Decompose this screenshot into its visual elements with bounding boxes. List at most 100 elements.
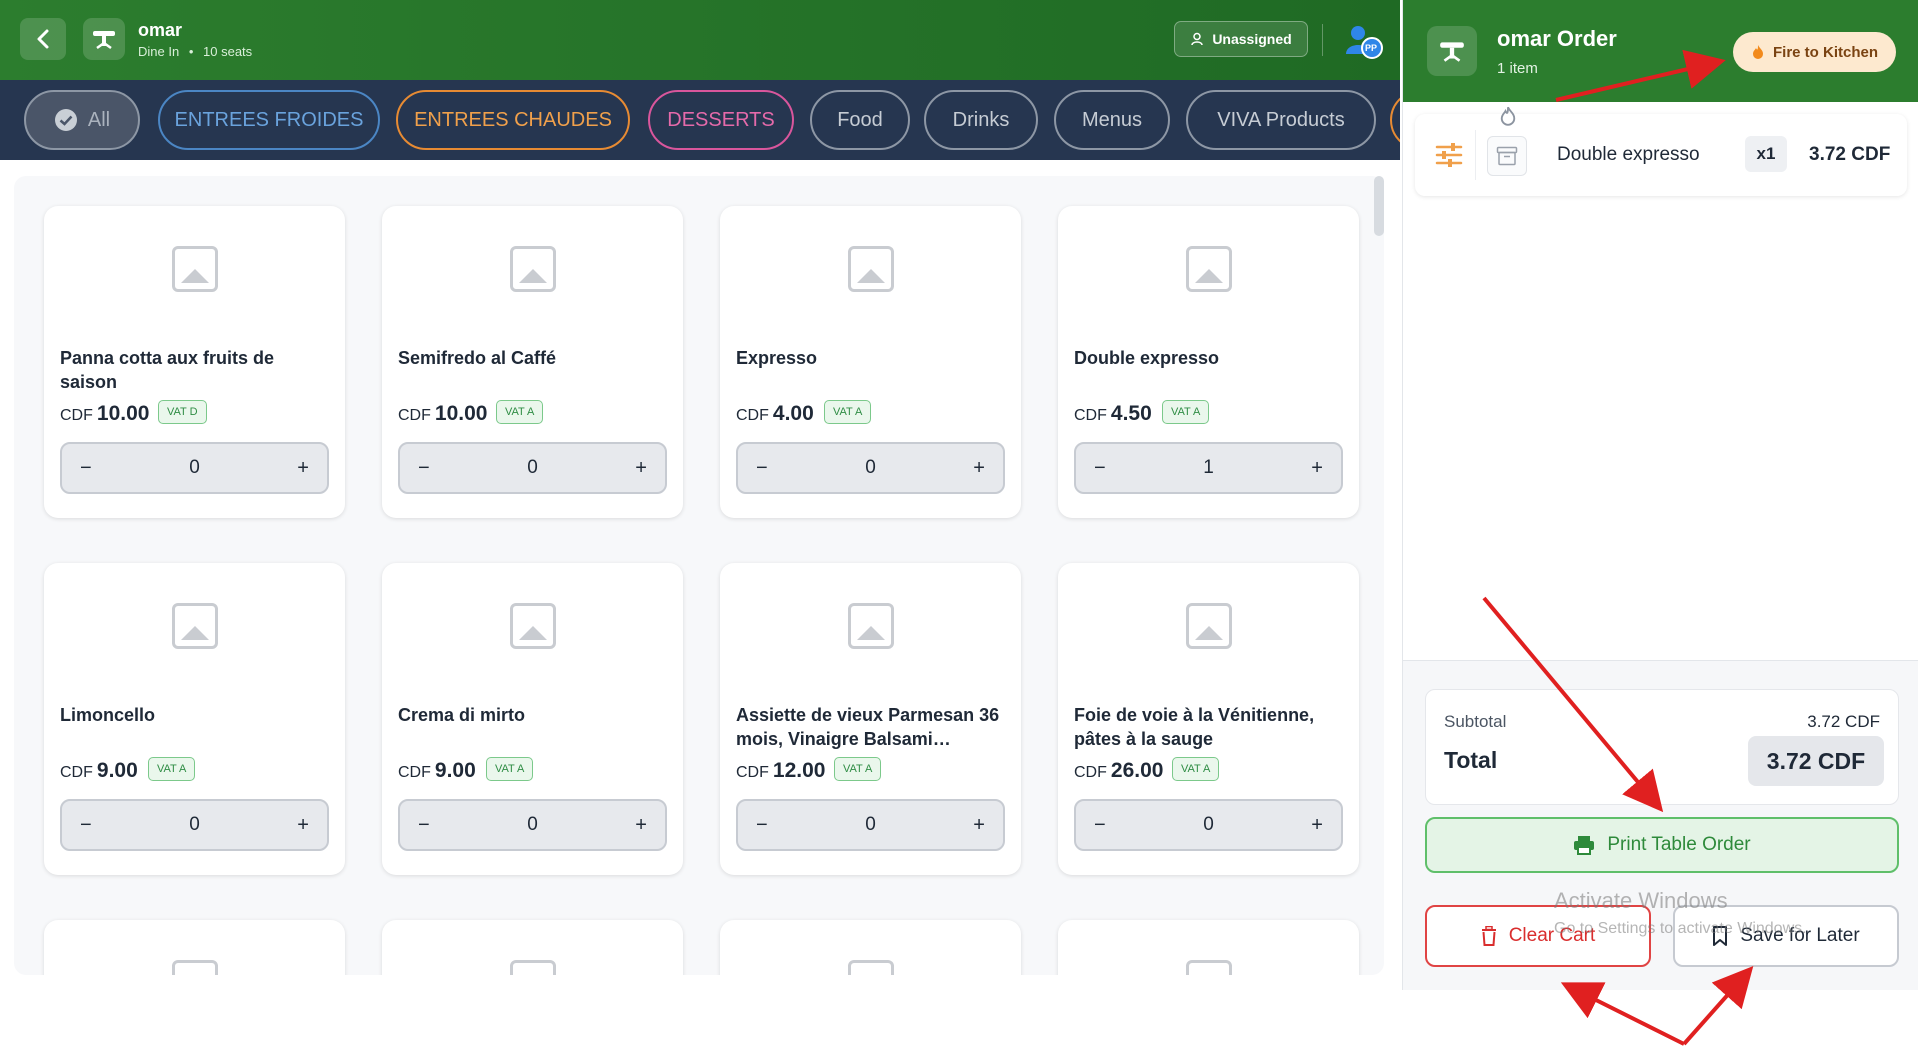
category-label: DESSERTS [667,108,775,131]
category-chip-all[interactable]: All [24,90,140,150]
scrollbar-thumb[interactable] [1374,176,1384,236]
line-item-qty[interactable]: x1 [1745,136,1787,172]
quantity-value[interactable]: 0 [865,814,876,836]
increment-button[interactable]: + [635,457,647,480]
product-name: Assiette de vieux Parmesan 36 mois, Vina… [736,705,1000,749]
product-card[interactable]: Expresso CDF 4.00 VAT A − 0 + [720,206,1021,518]
quantity-stepper: − 0 + [1074,799,1343,851]
decrement-button[interactable]: − [80,814,92,837]
category-chip-drinks[interactable]: Drinks [924,90,1038,150]
fire-label: Fire to Kitchen [1772,43,1878,61]
subtotal-label: Subtotal [1444,712,1507,731]
decrement-button[interactable]: − [1094,457,1106,480]
user-icon [1191,32,1204,46]
product-card[interactable] [44,920,345,975]
divider [1475,130,1476,180]
divider [1322,24,1323,56]
currency: CDF [1074,407,1107,424]
totals-box: Subtotal 3.72 CDF Total 3.72 CDF [1425,689,1899,805]
quantity-value[interactable]: 0 [527,814,538,836]
product-name: Expresso [736,348,818,368]
table-icon [1427,26,1477,76]
vat-badge: VAT A [148,757,196,781]
order-footer: Subtotal 3.72 CDF Total 3.72 CDF Print T… [1403,660,1918,990]
assign-staff-button[interactable]: Unassigned [1174,21,1308,57]
product-price: CDF 26.00 [1074,759,1163,783]
print-table-order-button[interactable]: Print Table Order [1425,817,1899,873]
increment-button[interactable]: + [973,457,985,480]
decrement-button[interactable]: − [80,457,92,480]
product-card[interactable] [720,920,1021,975]
decrement-button[interactable]: − [418,457,430,480]
price-amount: 10.00 [434,402,488,425]
product-card[interactable]: Limoncello CDF 9.00 VAT A − 0 + [44,563,345,875]
increment-button[interactable]: + [297,457,309,480]
decrement-button[interactable]: − [756,457,768,480]
increment-button[interactable]: + [635,814,647,837]
separator-dot: • [188,44,194,59]
quantity-value[interactable]: 0 [865,457,876,479]
user-avatar-icon[interactable]: PP [1344,24,1384,60]
category-chip-desserts[interactable]: DESSERTS [648,90,794,150]
price-amount: 9.00 [434,759,476,782]
product-card[interactable] [1058,920,1359,975]
product-price: CDF 9.00 [60,759,138,783]
vat-badge: VAT A [486,757,534,781]
back-button[interactable] [20,18,66,60]
category-label: Menus [1081,108,1143,131]
image-placeholder-icon [1186,960,1232,975]
category-chip-partial[interactable] [1390,90,1400,150]
currency: CDF [1074,764,1107,781]
category-chip-viva-products[interactable]: VIVA Products [1186,90,1376,150]
quantity-value[interactable]: 0 [189,457,200,479]
decrement-button[interactable]: − [756,814,768,837]
product-card[interactable] [382,920,683,975]
vat-badge: VAT D [158,400,207,424]
top-bar: omar Dine In • 10 seats Unassigned PP [0,0,1400,80]
image-placeholder-icon [848,603,894,649]
order-line-item[interactable]: Double expresso x1 3.72 CDF [1415,106,1907,196]
category-chip-menus[interactable]: Menus [1054,90,1170,150]
category-chip-food[interactable]: Food [810,90,910,150]
image-placeholder-icon [172,960,218,975]
catalog-panel: omar Dine In • 10 seats Unassigned PP Al… [0,0,1400,975]
quantity-stepper: − 0 + [60,799,329,851]
decrement-button[interactable]: − [418,814,430,837]
price-amount: 10.00 [96,402,150,425]
quantity-value[interactable]: 0 [527,457,538,479]
category-chip-entrees-froides[interactable]: ENTREES FROIDES [158,90,380,150]
product-card[interactable]: Semifredo al Caffé CDF 10.00 VAT A − 0 + [382,206,683,518]
category-label: ENTREES FROIDES [174,108,364,131]
currency: CDF [736,764,769,781]
product-price: CDF 4.50 [1074,402,1152,426]
fire-to-kitchen-button[interactable]: Fire to Kitchen [1733,32,1896,72]
product-card[interactable]: Assiette de vieux Parmesan 36 mois, Vina… [720,563,1021,875]
price-amount: 4.50 [1110,402,1152,425]
image-placeholder-icon [172,603,218,649]
adjust-icon[interactable] [1435,142,1463,168]
vat-badge: VAT A [496,400,544,424]
image-placeholder-icon [510,603,556,649]
product-price: CDF 10.00 [398,402,487,426]
product-card[interactable]: Panna cotta aux fruits de saison CDF 10.0… [44,206,345,518]
increment-button[interactable]: + [1311,457,1323,480]
product-card[interactable]: Foie de voie à la Vénitienne, pâtes à la… [1058,563,1359,875]
table-subtitle: Dine In • 10 seats [138,44,252,59]
quantity-value[interactable]: 1 [1203,457,1214,479]
quantity-value[interactable]: 0 [1203,814,1214,836]
chevron-left-icon [37,29,49,49]
quantity-value[interactable]: 0 [189,814,200,836]
archive-icon [1487,136,1527,176]
product-name: Double expresso [1074,348,1220,368]
product-card[interactable]: Double expresso CDF 4.50 VAT A − 1 + [1058,206,1359,518]
product-name: Foie de voie à la Vénitienne, pâtes à la… [1074,705,1315,749]
category-label: All [87,108,111,131]
increment-button[interactable]: + [1311,814,1323,837]
category-label: Food [837,108,883,131]
increment-button[interactable]: + [297,814,309,837]
category-chip-entrees-chaudes[interactable]: ENTREES CHAUDES [396,90,630,150]
product-card[interactable]: Crema di mirto CDF 9.00 VAT A − 0 + [382,563,683,875]
decrement-button[interactable]: − [1094,814,1106,837]
vat-badge: VAT A [1162,400,1210,424]
increment-button[interactable]: + [973,814,985,837]
